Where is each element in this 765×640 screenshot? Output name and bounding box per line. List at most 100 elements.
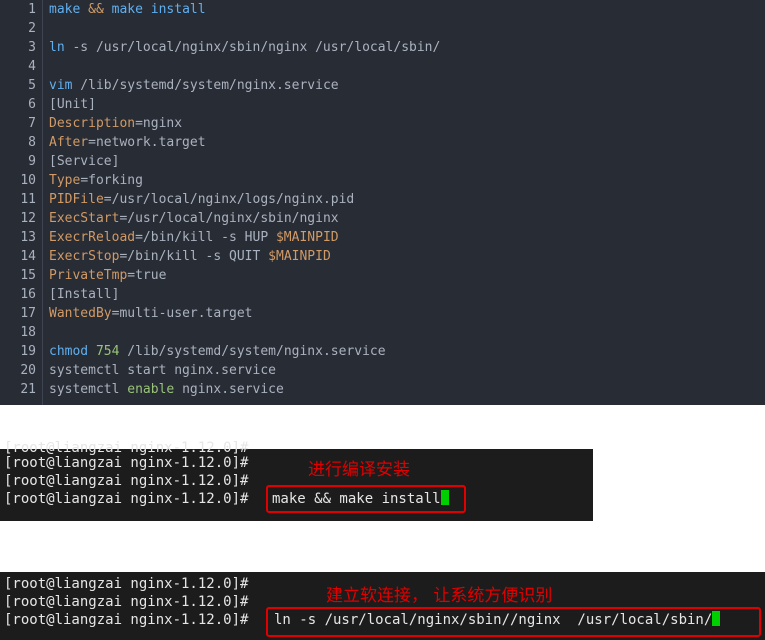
code-line: 18	[0, 323, 765, 342]
code-token: ExecrStop	[49, 249, 120, 264]
code-line: 17 WantedBy=multi-user.target	[0, 304, 765, 323]
code-text: ExecStart=/usr/local/nginx/sbin/nginx	[49, 209, 339, 228]
code-line: 14 ExecrStop=/bin/kill -s QUIT $MAINPID	[0, 247, 765, 266]
cursor	[712, 611, 721, 626]
annotation-label: 进行编译安装	[308, 460, 410, 480]
code-token: $MAINPID	[268, 249, 331, 264]
code-token: enable	[127, 382, 175, 397]
code-line: 4	[0, 57, 765, 76]
code-text: ExecrReload=/bin/kill -s HUP $MAINPID	[49, 228, 339, 247]
code-text: WantedBy=multi-user.target	[49, 304, 253, 323]
code-line: 1 make && make install	[0, 0, 765, 19]
code-text: [Service]	[49, 152, 119, 171]
terminal-command: make && make install	[272, 490, 449, 508]
terminal-prompt: [root@liangzai nginx-1.12.0]#	[4, 594, 249, 610]
code-token: PrivateTmp	[49, 268, 128, 283]
code-line: 15 PrivateTmp=true	[0, 266, 765, 285]
line-number: 8	[28, 135, 36, 150]
line-number: 3	[28, 40, 36, 55]
code-token: systemctl	[49, 382, 128, 397]
code-token: make	[49, 2, 89, 17]
code-token: nginx.service	[174, 382, 284, 397]
line-number: 11	[20, 192, 36, 207]
code-line: 8 After=network.target	[0, 133, 765, 152]
code-token: vim	[49, 78, 73, 93]
code-block: 1 make && make install 2 3 ln -s /usr/local/…	[0, 0, 765, 405]
code-token: -s /usr/local/nginx/sbin/nginx /usr/loca…	[64, 40, 441, 55]
code-line: 3 ln -s /usr/local/nginx/sbin/nginx /usr/…	[0, 38, 765, 57]
code-token: =forking	[80, 173, 143, 188]
code-line: 13 ExecrReload=/bin/kill -s HUP $MAINPID	[0, 228, 765, 247]
terminal-compile: [root@liangzai nginx-1.12.0]# [root@lian…	[0, 440, 593, 521]
code-line: 21 systemctl enable nginx.service	[0, 380, 765, 399]
code-token: =nginx	[135, 116, 183, 131]
code-token: =/usr/local/nginx/sbin/nginx	[119, 211, 339, 226]
code-line: 12 ExecStart=/usr/local/nginx/sbin/nginx	[0, 209, 765, 228]
line-number: 6	[28, 97, 36, 112]
code-token: &&	[88, 2, 104, 17]
code-token: Description	[49, 116, 136, 131]
code-text: PIDFile=/usr/local/nginx/logs/nginx.pid	[49, 190, 354, 209]
code-text: systemctl start nginx.service	[49, 361, 276, 380]
code-token: 754	[95, 344, 120, 359]
code-line: 2	[0, 19, 765, 38]
code-line: 11 PIDFile=/usr/local/nginx/logs/nginx.pi…	[0, 190, 765, 209]
line-number: 17	[20, 306, 36, 321]
code-token: PIDFile	[49, 192, 104, 207]
line-number: 12	[20, 211, 36, 226]
code-token: =true	[127, 268, 167, 283]
terminal-prompt: [root@liangzai nginx-1.12.0]#	[4, 491, 249, 507]
code-text: After=network.target	[49, 133, 206, 152]
code-text: Type=forking	[49, 171, 143, 190]
terminal-symlink: [root@liangzai nginx-1.12.0]# [root@lian…	[0, 572, 765, 640]
code-token: [Service]	[49, 154, 120, 169]
code-text: ln -s /usr/local/nginx/sbin/nginx /usr/l…	[49, 38, 440, 57]
code-token: [Unit]	[49, 97, 96, 112]
line-number: 1	[28, 2, 36, 17]
code-token: /lib/systemd/system/nginx.service	[119, 344, 386, 359]
code-text: chmod 754 /lib/systemd/system/nginx.serv…	[49, 342, 386, 361]
code-line: 10 Type=forking	[0, 171, 765, 190]
code-text: [Install]	[49, 285, 119, 304]
command-text: make && make install	[272, 491, 441, 507]
code-line: 19 chmod 754 /lib/systemd/system/nginx.se…	[0, 342, 765, 361]
line-number: 4	[28, 59, 36, 74]
code-token: systemctl start nginx.service	[49, 363, 276, 378]
code-line: 7 Description=nginx	[0, 114, 765, 133]
line-number: 13	[20, 230, 36, 245]
code-token: /lib/systemd/system/nginx.service	[72, 78, 339, 93]
code-token: ln	[49, 40, 65, 55]
code-line: 5 vim /lib/systemd/system/nginx.service	[0, 76, 765, 95]
code-token: Type	[49, 173, 81, 188]
line-number: 9	[28, 154, 36, 169]
line-number: 21	[20, 382, 36, 397]
code-text: PrivateTmp=true	[49, 266, 166, 285]
line-number: 18	[20, 325, 36, 340]
line-number: 16	[20, 287, 36, 302]
code-token: $MAINPID	[275, 230, 339, 245]
code-line: 20 systemctl start nginx.service	[0, 361, 765, 380]
code-token: [Install]	[49, 287, 120, 302]
code-line: 6 [Unit]	[0, 95, 765, 114]
terminal-prompt: [root@liangzai nginx-1.12.0]#	[4, 576, 249, 592]
code-token: ExecStart	[49, 211, 120, 226]
code-token: WantedBy	[49, 306, 112, 321]
code-token: =/usr/local/nginx/logs/nginx.pid	[103, 192, 355, 207]
line-number: 5	[28, 78, 36, 93]
terminal-prompt: [root@liangzai nginx-1.12.0]#	[4, 612, 249, 628]
code-token: make install	[103, 2, 206, 17]
code-line: 16 [Install]	[0, 285, 765, 304]
line-number: 19	[20, 344, 36, 359]
code-text: vim /lib/systemd/system/nginx.service	[49, 76, 339, 95]
code-token: =network.target	[88, 135, 206, 150]
line-number: 14	[20, 249, 36, 264]
line-number: 20	[20, 363, 36, 378]
terminal-command: ln -s /usr/local/nginx/sbin//nginx /usr/…	[274, 611, 721, 629]
annotation-label: 建立软连接， 让系统方便识别	[326, 586, 553, 606]
terminal-prompt: [root@liangzai nginx-1.12.0]#	[4, 473, 249, 489]
line-number: 10	[20, 173, 36, 188]
command-text: ln -s /usr/local/nginx/sbin//nginx /usr/…	[274, 612, 713, 628]
code-token: =multi-user.target	[111, 306, 253, 321]
code-token: ExecrReload	[49, 230, 136, 245]
